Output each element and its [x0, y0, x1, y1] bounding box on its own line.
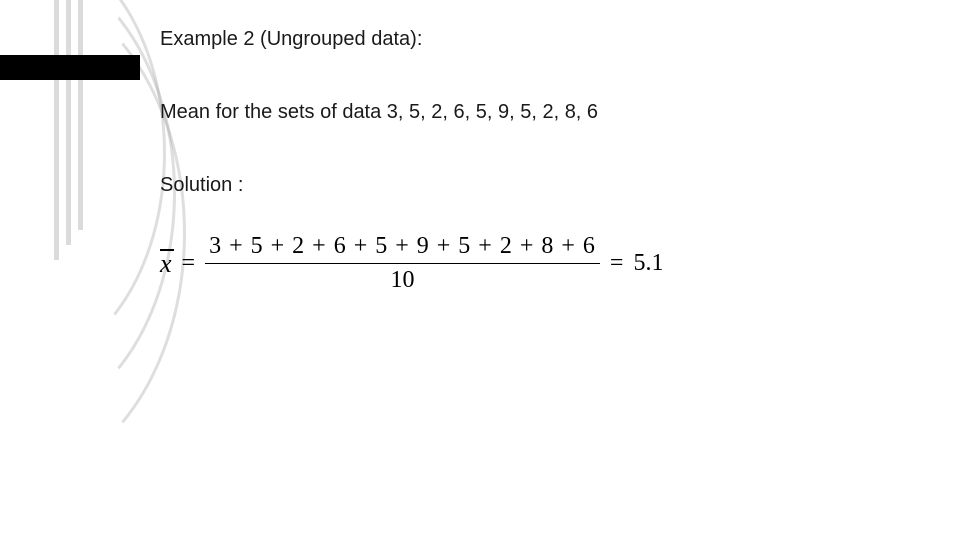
mean-formula: x = 3 + 5 + 2 + 6 + 5 + 9 + 5 + 2 + 8 + … [160, 232, 930, 295]
decorative-vertical-line [78, 0, 83, 230]
problem-statement: Mean for the sets of data 3, 5, 2, 6, 5,… [160, 101, 930, 124]
equals-sign-2: = [610, 250, 624, 277]
result-value: 5.1 [633, 250, 663, 277]
solution-label: Solution : [160, 174, 930, 197]
decorative-vertical-line [54, 0, 59, 260]
fraction: 3 + 5 + 2 + 6 + 5 + 9 + 5 + 2 + 8 + 6 10 [205, 232, 600, 295]
example-title: Example 2 (Ungrouped data): [160, 28, 930, 51]
x-bar-symbol: x [160, 251, 172, 277]
slide-content: Example 2 (Ungrouped data): Mean for the… [160, 28, 930, 295]
numerator: 3 + 5 + 2 + 6 + 5 + 9 + 5 + 2 + 8 + 6 [205, 232, 600, 263]
decorative-black-bar [0, 55, 140, 80]
decorative-vertical-line [66, 0, 71, 245]
denominator: 10 [387, 264, 419, 295]
equals-sign: = [182, 250, 196, 277]
